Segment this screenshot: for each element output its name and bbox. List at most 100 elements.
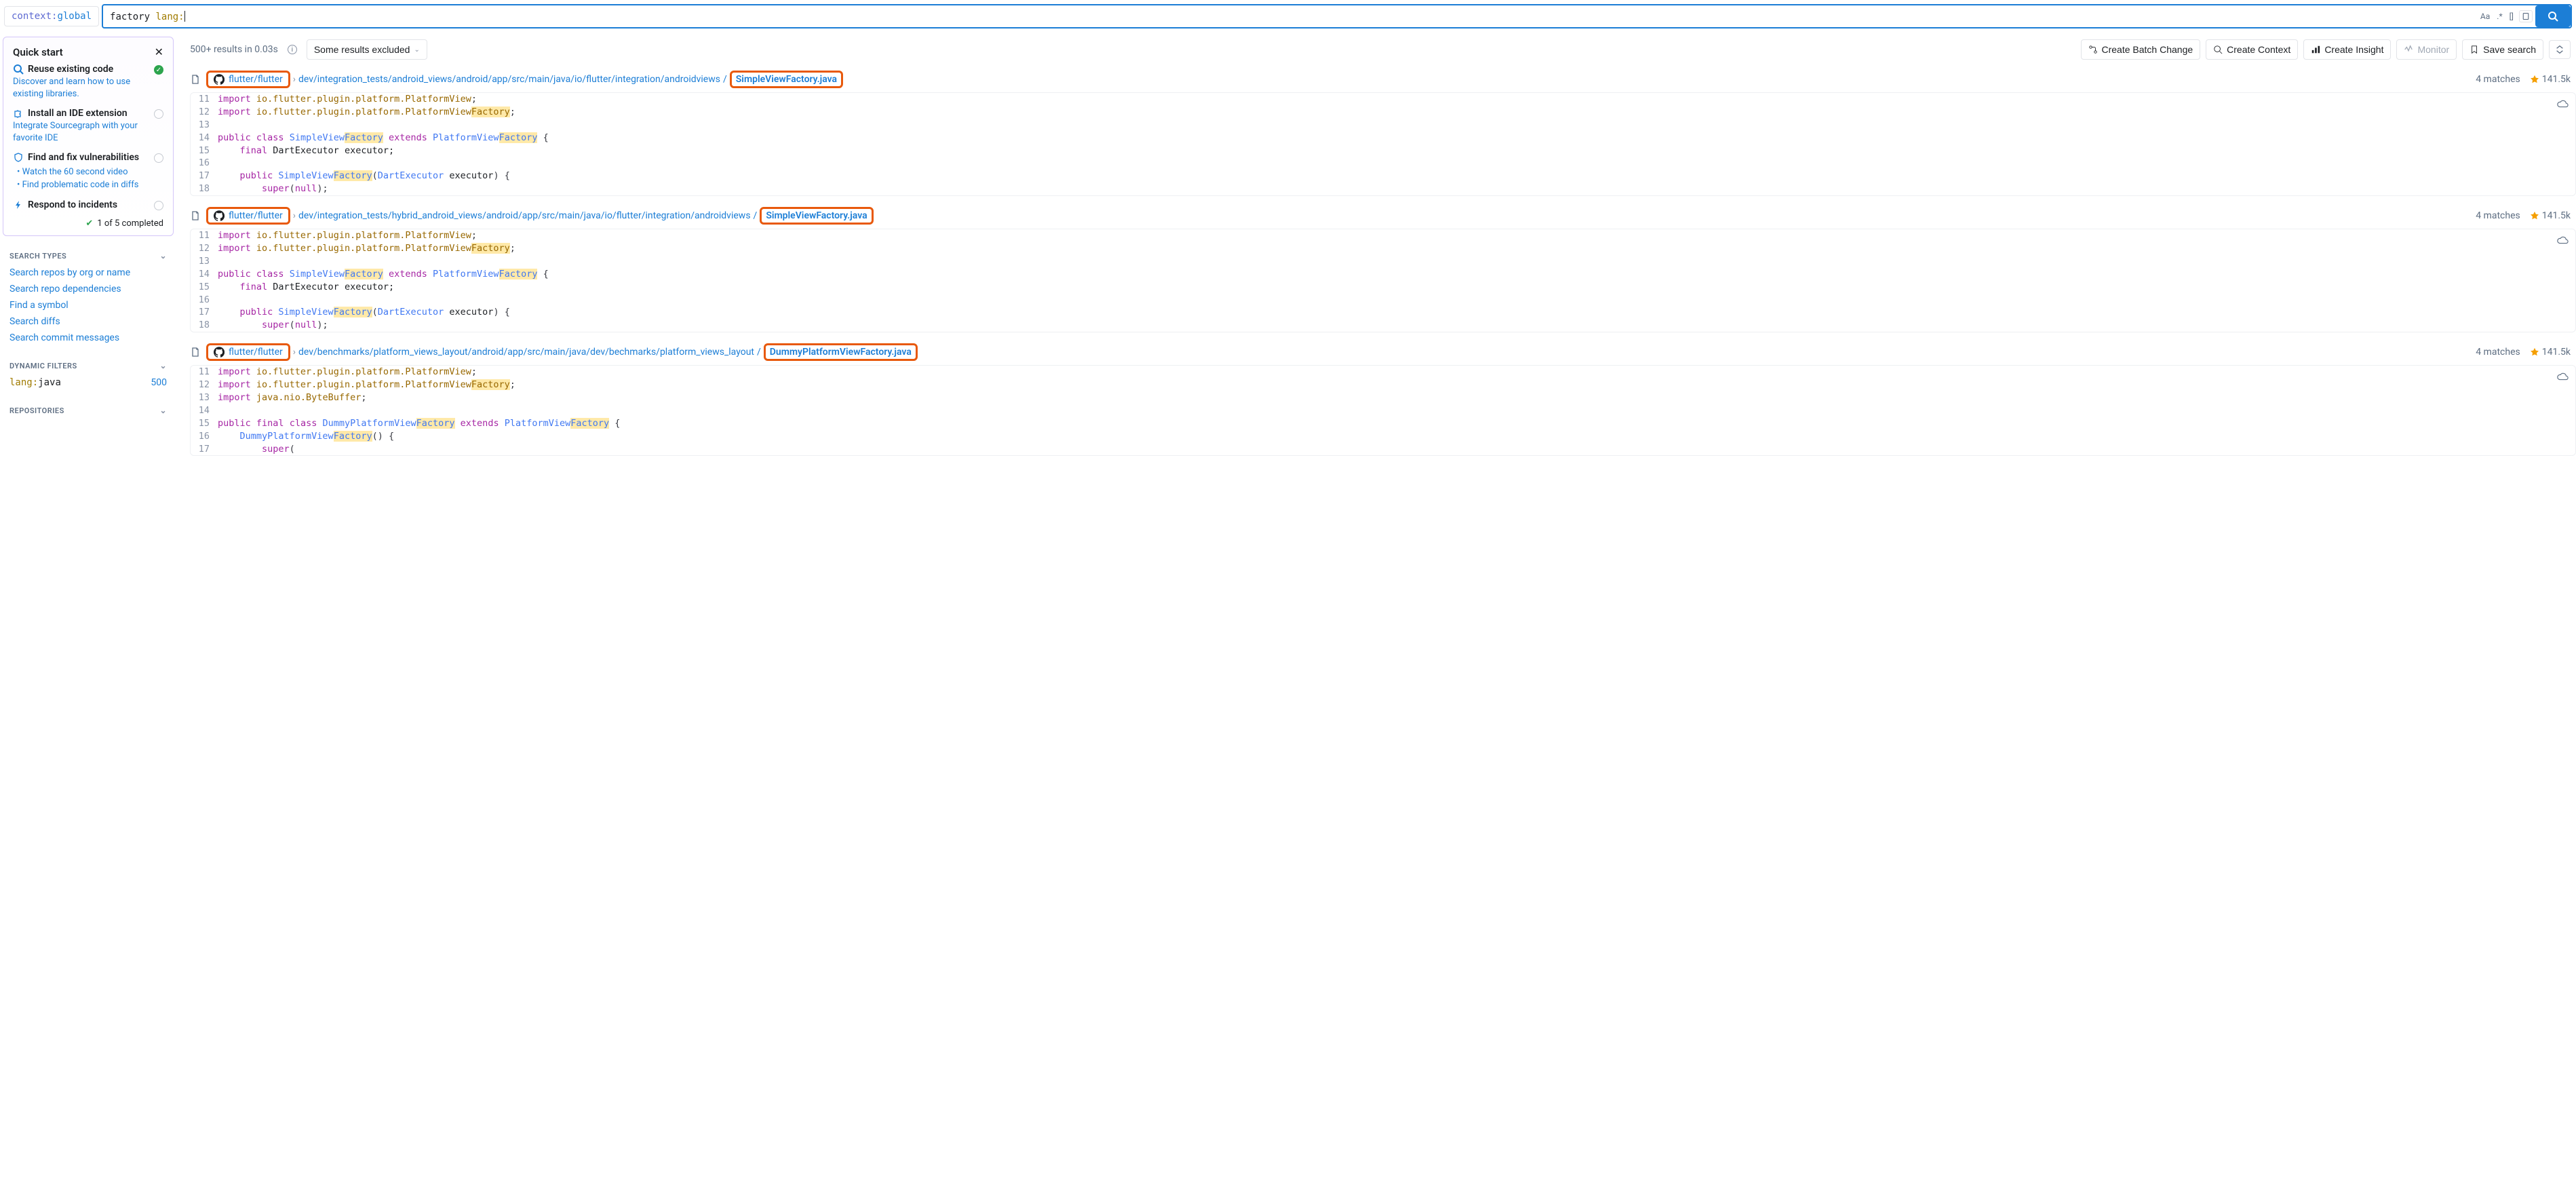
line-number: 17 — [191, 306, 218, 319]
filename-badge[interactable]: SimpleViewFactory.java — [730, 71, 843, 88]
line-number: 15 — [191, 281, 218, 294]
regex-toggle[interactable]: .* — [2497, 12, 2502, 21]
quick-start-item[interactable]: Install an IDE extension Integrate Sourc… — [13, 108, 163, 144]
github-icon — [214, 210, 225, 221]
code-line[interactable]: 13import java.nio.ByteBuffer; — [191, 391, 2575, 404]
open-remote-icon[interactable] — [2556, 235, 2569, 247]
search-type-link[interactable]: Search repos by org or name — [3, 265, 174, 281]
repo-badge[interactable]: flutter/flutter — [206, 343, 290, 361]
item-title: Reuse existing code — [28, 64, 113, 75]
search-type-link[interactable]: Search repo dependencies — [3, 281, 174, 297]
search-input[interactable]: factory lang: Aa .* [] — [102, 4, 2572, 28]
item-desc[interactable]: Discover and learn how to use existing l… — [13, 76, 151, 100]
filename-badge[interactable]: SimpleViewFactory.java — [760, 207, 873, 225]
search-button[interactable] — [2535, 5, 2571, 27]
chevron-down-icon: ⌄ — [414, 46, 419, 54]
button-label: Create Insight — [2324, 44, 2383, 55]
close-icon[interactable]: ✕ — [155, 45, 163, 58]
code-line[interactable]: 16 — [191, 294, 2575, 307]
line-number: 13 — [191, 391, 218, 404]
code-line[interactable]: 11import io.flutter.plugin.platform.Plat… — [191, 93, 2575, 106]
repo-badge[interactable]: flutter/flutter — [206, 71, 290, 88]
code-line[interactable]: 14public class SimpleViewFactory extends… — [191, 132, 2575, 145]
bookmark-icon — [2470, 45, 2479, 54]
code-line[interactable]: 15 final DartExecutor executor; — [191, 145, 2575, 157]
info-icon[interactable]: i — [288, 45, 297, 54]
code-line[interactable]: 16 DummyPlatformViewFactory() { — [191, 430, 2575, 443]
code-block[interactable]: 11import io.flutter.plugin.platform.Plat… — [190, 92, 2576, 196]
result-header[interactable]: flutter/flutter › dev/benchmarks/platfor… — [190, 339, 2576, 365]
item-title: Find and fix vulnerabilities — [28, 152, 139, 163]
search-query[interactable]: factory lang: — [103, 7, 2475, 26]
star-count: 141.5k — [2530, 347, 2571, 358]
create-insight-button[interactable]: Create Insight — [2303, 39, 2391, 60]
context-icon — [2213, 45, 2223, 54]
section-title: SEARCH TYPES — [9, 252, 66, 261]
button-label: Create Batch Change — [2102, 44, 2193, 55]
repositories-section: REPOSITORIES ⌄ — [3, 400, 174, 419]
code-line[interactable]: 13 — [191, 119, 2575, 132]
main: Quick start ✕ Reuse existing code Discov… — [0, 33, 2576, 476]
create-batch-change-button[interactable]: Create Batch Change — [2081, 39, 2201, 60]
quick-start-item[interactable]: Reuse existing code Discover and learn h… — [13, 64, 163, 100]
case-sensitivity-toggle[interactable]: Aa — [2480, 12, 2490, 21]
line-number: 12 — [191, 106, 218, 119]
file-icon — [190, 74, 201, 85]
line-number: 12 — [191, 242, 218, 255]
open-remote-icon[interactable] — [2556, 371, 2569, 383]
code-line[interactable]: 12import io.flutter.plugin.platform.Plat… — [191, 379, 2575, 391]
line-number: 18 — [191, 319, 218, 332]
item-title: Install an IDE extension — [28, 108, 128, 119]
structural-toggle[interactable]: [] — [2510, 12, 2514, 21]
quick-start-item[interactable]: Find and fix vulnerabilities Watch the 6… — [13, 152, 163, 191]
file-path[interactable]: dev/integration_tests/hybrid_android_vie… — [298, 210, 751, 221]
code-line[interactable]: 14public class SimpleViewFactory extends… — [191, 268, 2575, 281]
code-line[interactable]: 18 super(null); — [191, 182, 2575, 195]
code-block[interactable]: 11import io.flutter.plugin.platform.Plat… — [190, 229, 2576, 332]
result-header[interactable]: flutter/flutter › dev/integration_tests/… — [190, 66, 2576, 92]
match-count: 4 matches — [2476, 74, 2520, 85]
code-line[interactable]: 17 public SimpleViewFactory(DartExecutor… — [191, 170, 2575, 182]
result-header[interactable]: flutter/flutter › dev/integration_tests/… — [190, 203, 2576, 229]
context-chip[interactable]: context:global — [4, 6, 99, 26]
search-type-link[interactable]: Search commit messages — [3, 330, 174, 346]
create-context-button[interactable]: Create Context — [2206, 39, 2298, 60]
quick-start-item[interactable]: Respond to incidents — [13, 199, 163, 210]
bolt-icon — [13, 199, 24, 210]
code-line[interactable]: 15 final DartExecutor executor; — [191, 281, 2575, 294]
open-remote-icon[interactable] — [2556, 98, 2569, 111]
code-line[interactable]: 11import io.flutter.plugin.platform.Plat… — [191, 229, 2575, 242]
dynamic-filter[interactable]: lang:java500 — [3, 374, 174, 391]
item-desc[interactable]: Integrate Sourcegraph with your favorite… — [13, 120, 151, 144]
code-line[interactable]: 14 — [191, 404, 2575, 417]
quick-start-sublink[interactable]: Watch the 60 second video — [17, 166, 151, 178]
code-line[interactable]: 18 super(null); — [191, 319, 2575, 332]
expand-button[interactable] — [2549, 40, 2571, 59]
code-line[interactable]: 13 — [191, 255, 2575, 268]
monitor-button[interactable]: Monitor — [2396, 39, 2457, 60]
code-block[interactable]: 11import io.flutter.plugin.platform.Plat… — [190, 365, 2576, 456]
repositories-header[interactable]: REPOSITORIES ⌄ — [3, 400, 174, 419]
code-line[interactable]: 16 — [191, 157, 2575, 170]
dynamic-filters-header[interactable]: DYNAMIC FILTERS ⌄ — [3, 355, 174, 374]
line-number: 11 — [191, 229, 218, 242]
file-path[interactable]: dev/integration_tests/android_views/andr… — [298, 74, 720, 85]
code-line[interactable]: 17 super( — [191, 443, 2575, 456]
smart-search-toggle[interactable] — [2519, 10, 2533, 22]
search-type-link[interactable]: Search diffs — [3, 313, 174, 330]
excluded-dropdown[interactable]: Some results excluded ⌄ — [307, 39, 427, 60]
code-line[interactable]: 17 public SimpleViewFactory(DartExecutor… — [191, 306, 2575, 319]
code-line[interactable]: 11import io.flutter.plugin.platform.Plat… — [191, 366, 2575, 379]
text-cursor — [184, 11, 185, 22]
search-type-link[interactable]: Find a symbol — [3, 297, 174, 313]
search-types-header[interactable]: SEARCH TYPES ⌄ — [3, 246, 174, 265]
save-search-button[interactable]: Save search — [2462, 39, 2543, 60]
code-line[interactable]: 12import io.flutter.plugin.platform.Plat… — [191, 242, 2575, 255]
button-label: Save search — [2483, 44, 2536, 55]
code-line[interactable]: 12import io.flutter.plugin.platform.Plat… — [191, 106, 2575, 119]
filename-badge[interactable]: DummyPlatformViewFactory.java — [764, 343, 918, 361]
quick-start-sublink[interactable]: Find problematic code in diffs — [17, 178, 151, 191]
code-line[interactable]: 15public final class DummyPlatformViewFa… — [191, 417, 2575, 430]
file-path[interactable]: dev/benchmarks/platform_views_layout/and… — [298, 347, 754, 358]
repo-badge[interactable]: flutter/flutter — [206, 207, 290, 225]
